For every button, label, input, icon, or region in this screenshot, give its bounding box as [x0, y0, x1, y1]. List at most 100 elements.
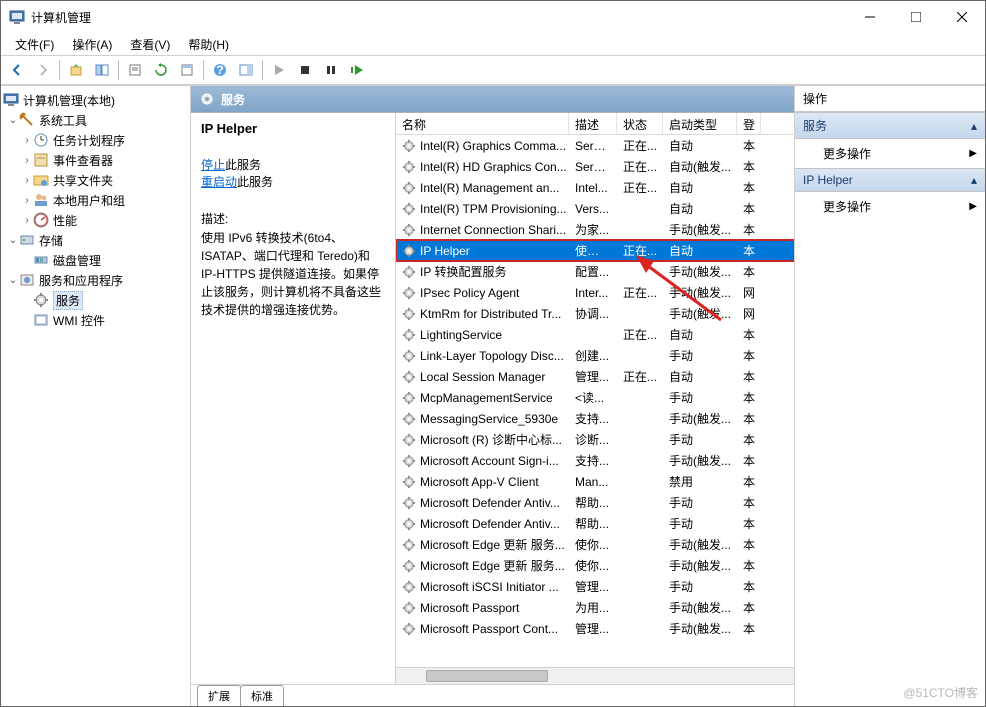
service-row[interactable]: IPsec Policy AgentInter...正在...手动(触发...网 — [396, 282, 794, 303]
service-row[interactable]: McpManagementService<读...手动本 — [396, 387, 794, 408]
refresh-button[interactable] — [149, 58, 173, 82]
tree-node-systools[interactable]: ⌄ 系统工具 — [1, 110, 190, 130]
users-icon — [33, 192, 49, 208]
stop-service-button[interactable] — [293, 58, 317, 82]
maximize-button[interactable] — [893, 1, 939, 33]
service-row[interactable]: Microsoft Defender Antiv...帮助...手动本 — [396, 513, 794, 534]
service-row[interactable]: Intel(R) HD Graphics Con...Servi...正在...… — [396, 156, 794, 177]
tree-pane[interactable]: 计算机管理(本地) ⌄ 系统工具 › 任务计划程序 › 事件查看器 › 共享文件… — [1, 86, 191, 706]
export-button[interactable] — [123, 58, 147, 82]
minimize-button[interactable] — [847, 1, 893, 33]
disk-icon — [33, 252, 49, 268]
service-row[interactable]: IP Helper使用 ...正在...自动本 — [396, 240, 794, 261]
collapse-icon[interactable]: ⌄ — [7, 115, 19, 126]
menu-help[interactable]: 帮助(H) — [180, 34, 237, 55]
up-button[interactable] — [64, 58, 88, 82]
service-row[interactable]: Intel(R) TPM Provisioning...Vers...自动本 — [396, 198, 794, 219]
action-pane-button[interactable] — [234, 58, 258, 82]
col-status[interactable]: 状态 — [617, 113, 663, 134]
col-startup[interactable]: 启动类型 — [663, 113, 737, 134]
action-more-1[interactable]: 更多操作 ▶ — [795, 139, 985, 168]
action-more-2[interactable]: 更多操作 ▶ — [795, 192, 985, 221]
service-row[interactable]: Microsoft Edge 更新 服务...使你...手动(触发...本 — [396, 534, 794, 555]
selected-service-title: IP Helper — [201, 121, 385, 136]
expand-icon[interactable]: › — [21, 195, 33, 206]
back-button[interactable] — [5, 58, 29, 82]
tree-node-services-apps[interactable]: ⌄ 服务和应用程序 — [1, 270, 190, 290]
service-row[interactable]: KtmRm for Distributed Tr...协调...手动(触发...… — [396, 303, 794, 324]
service-row[interactable]: Microsoft App-V ClientMan...禁用本 — [396, 471, 794, 492]
tree-node-events[interactable]: › 事件查看器 — [1, 150, 190, 170]
start-service-button[interactable] — [267, 58, 291, 82]
app-icon — [9, 9, 25, 25]
tabbar: 扩展 标准 — [191, 684, 794, 706]
col-name[interactable]: 名称 — [396, 113, 569, 134]
collapse-icon[interactable]: ⌄ — [7, 275, 19, 286]
gear-icon — [402, 391, 416, 405]
service-row[interactable]: MessagingService_5930e支持...手动(触发...本 — [396, 408, 794, 429]
computer-icon — [3, 92, 19, 108]
expand-icon[interactable]: › — [21, 135, 33, 146]
storage-icon — [19, 232, 35, 248]
tab-extended[interactable]: 扩展 — [197, 685, 241, 706]
service-row[interactable]: Microsoft (R) 诊断中心标...诊断...手动本 — [396, 429, 794, 450]
service-row[interactable]: Microsoft Account Sign-i...支持...手动(触发...… — [396, 450, 794, 471]
tree-node-diskmgmt[interactable]: 磁盘管理 — [1, 250, 190, 270]
tree-node-services[interactable]: 服务 — [1, 290, 190, 310]
menu-file[interactable]: 文件(F) — [7, 34, 62, 55]
col-desc[interactable]: 描述 — [569, 113, 617, 134]
service-row[interactable]: Microsoft Edge 更新 服务...使你...手动(触发...本 — [396, 555, 794, 576]
pause-service-button[interactable] — [319, 58, 343, 82]
service-row[interactable]: Microsoft Passport Cont...管理...手动(触发...本 — [396, 618, 794, 639]
restart-link[interactable]: 重启动 — [201, 175, 237, 189]
service-row[interactable]: Local Session Manager管理...正在...自动本 — [396, 366, 794, 387]
collapse-icon[interactable]: ⌄ — [7, 235, 19, 246]
menubar: 文件(F) 操作(A) 查看(V) 帮助(H) — [1, 33, 985, 55]
tab-standard[interactable]: 标准 — [240, 685, 284, 706]
gear-icon — [402, 286, 416, 300]
expand-icon[interactable]: › — [21, 215, 33, 226]
action-group-services[interactable]: 服务 ▴ — [795, 112, 985, 139]
toolbar: ? — [1, 55, 985, 85]
tree-node-users[interactable]: › 本地用户和组 — [1, 190, 190, 210]
gear-icon — [402, 622, 416, 636]
tree-node-shared[interactable]: › 共享文件夹 — [1, 170, 190, 190]
tree-node-scheduler[interactable]: › 任务计划程序 — [1, 130, 190, 150]
properties-button[interactable] — [175, 58, 199, 82]
action-group-iphelper[interactable]: IP Helper ▴ — [795, 168, 985, 192]
tree-node-wmi[interactable]: WMI 控件 — [1, 310, 190, 330]
service-row[interactable]: Link-Layer Topology Disc...创建...手动本 — [396, 345, 794, 366]
tree-node-root[interactable]: 计算机管理(本地) — [1, 90, 190, 110]
service-row[interactable]: IP 转换配置服务配置...手动(触发...本 — [396, 261, 794, 282]
actions-pane: 操作 服务 ▴ 更多操作 ▶ IP Helper ▴ 更多操作 ▶ — [795, 86, 985, 706]
service-row[interactable]: Microsoft Defender Antiv...帮助...手动本 — [396, 492, 794, 513]
tree-node-storage[interactable]: ⌄ 存储 — [1, 230, 190, 250]
service-row[interactable]: Internet Connection Shari...为家...手动(触发..… — [396, 219, 794, 240]
separator — [262, 60, 263, 80]
service-row[interactable]: Intel(R) Graphics Comma...Servi...正在...自… — [396, 135, 794, 156]
list-body[interactable]: Intel(R) Graphics Comma...Servi...正在...自… — [396, 135, 794, 667]
mmc-window: 计算机管理 文件(F) 操作(A) 查看(V) 帮助(H) ? — [0, 0, 986, 707]
help-button[interactable]: ? — [208, 58, 232, 82]
service-row[interactable]: Microsoft Passport为用...手动(触发...本 — [396, 597, 794, 618]
col-logon[interactable]: 登 — [737, 113, 761, 134]
gear-icon — [199, 91, 215, 107]
expand-icon[interactable]: › — [21, 175, 33, 186]
service-row[interactable]: LightingService正在...自动本 — [396, 324, 794, 345]
gear-icon — [402, 601, 416, 615]
stop-link[interactable]: 停止 — [201, 158, 225, 172]
menu-view[interactable]: 查看(V) — [122, 34, 178, 55]
gear-icon — [402, 496, 416, 510]
expand-icon[interactable]: › — [21, 155, 33, 166]
service-row[interactable]: Intel(R) Management an...Intel...正在...自动… — [396, 177, 794, 198]
horizontal-scrollbar[interactable] — [396, 667, 794, 684]
close-button[interactable] — [939, 1, 985, 33]
forward-button[interactable] — [31, 58, 55, 82]
tree-node-perf[interactable]: › 性能 — [1, 210, 190, 230]
menu-action[interactable]: 操作(A) — [64, 34, 120, 55]
service-row[interactable]: Microsoft iSCSI Initiator ...管理...手动本 — [396, 576, 794, 597]
show-hide-tree-button[interactable] — [90, 58, 114, 82]
gear-icon — [402, 307, 416, 321]
restart-service-button[interactable] — [345, 58, 369, 82]
collapse-icon: ▴ — [971, 173, 977, 187]
